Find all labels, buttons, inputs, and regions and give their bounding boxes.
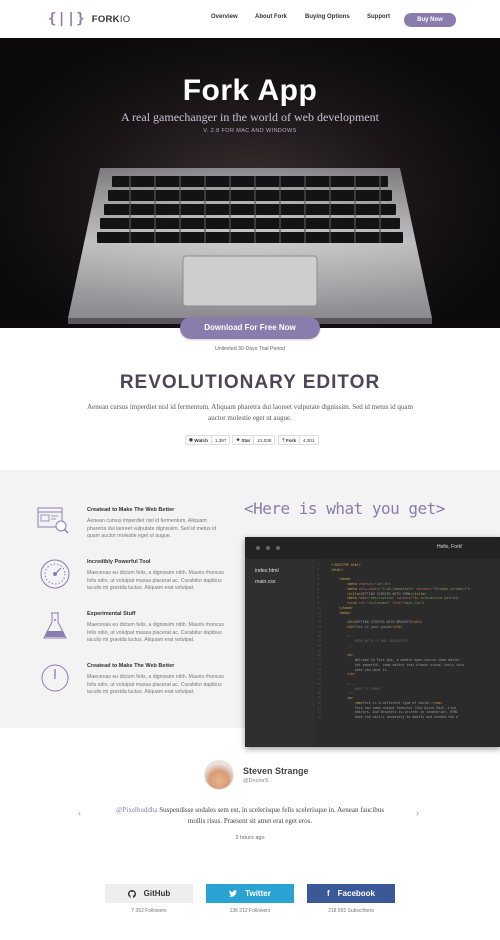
hero-subtitle: A real gamechanger in the world of web d…	[121, 110, 379, 124]
feature-text: Aenean cursus imperdiet nisl id fermentu…	[87, 518, 217, 540]
twitter-button[interactable]: Twitter	[206, 884, 294, 903]
nav-support[interactable]: Support	[367, 14, 390, 20]
facebook-subscribers: 218 092 Subscribers	[328, 908, 374, 914]
code-panel-heading: <Here is what you get>	[244, 499, 445, 518]
nav-about-fork[interactable]: About Fork	[255, 14, 287, 20]
code-editor-window: Hello, Fork! index.html main.css 1 <!DOCT…	[245, 537, 500, 747]
editor-window-title: Hello, Fork!	[437, 544, 463, 550]
gauge-icon	[40, 559, 70, 589]
section-text: Aenean cursus imperdiet nisl id fermentu…	[87, 403, 413, 422]
buy-now-button[interactable]: Buy Now	[404, 13, 456, 27]
github-icon	[127, 889, 136, 898]
mention-link[interactable]: @Pixelbuddha	[116, 806, 157, 814]
window-minimize-dot[interactable]	[266, 546, 270, 550]
avatar	[204, 760, 234, 790]
github-star-button[interactable]: ★ Star 21,038	[232, 435, 276, 445]
testimonial-name: Steven Strange	[243, 766, 309, 776]
github-watch-button[interactable]: ◉ Watch 1,397	[185, 435, 231, 445]
feature-title: Createad to Make The Web Better	[87, 507, 175, 513]
facebook-button[interactable]: f Facebook	[307, 884, 395, 903]
editor-sidebar: index.html main.css	[245, 559, 315, 747]
testimonial-time: 2 hours ago	[235, 835, 265, 841]
fork-count: 4,301	[299, 436, 318, 444]
window-maximize-dot[interactable]	[276, 546, 280, 550]
feature-text: Maecenas eu dictum felis, a dignissim ni…	[87, 570, 224, 592]
download-button[interactable]: Download For Free Now	[180, 317, 320, 339]
star-count: 21,038	[253, 436, 275, 444]
twitter-icon	[229, 890, 238, 897]
logo-name: FORKIO	[91, 13, 131, 25]
hero-title: Fork App	[182, 74, 318, 107]
file-index-html[interactable]: index.html	[255, 568, 279, 574]
chevron-left-icon[interactable]: ‹	[78, 808, 81, 818]
feature-text: Maecenas eu dictum felis, a dignissim ni…	[87, 674, 224, 696]
power-icon	[41, 664, 69, 692]
hero-version: V. 2.8 FOR MAC AND WINDOWS	[203, 128, 297, 134]
facebook-icon: f	[326, 889, 330, 898]
feature-title: Experimental Stuff	[87, 611, 136, 617]
editor-titlebar: Hello, Fork!	[245, 537, 500, 559]
section-heading: REVOLUTIONARY EDITOR	[119, 372, 381, 393]
nav-overview[interactable]: Overview	[211, 14, 238, 20]
feature-title: Incredibly Powerful Tool	[87, 559, 151, 565]
watch-count: 1,397	[210, 436, 230, 444]
trial-note: Unlimited 30-Days Trial Period	[214, 346, 286, 352]
github-fork-button[interactable]: ᛘ Fork 4,301	[278, 435, 319, 445]
file-main-css[interactable]: main.css	[255, 579, 275, 585]
logo-mark: {||}	[48, 11, 86, 27]
chevron-right-icon[interactable]: ›	[416, 808, 419, 818]
laptop-image	[68, 168, 432, 324]
window-close-dot[interactable]	[256, 546, 260, 550]
hero-banner: Fork App A real gamechanger in the world…	[0, 38, 500, 328]
flask-icon	[43, 612, 67, 639]
feature-text: Maecenas eu dictum felis, a dignissim ni…	[87, 622, 224, 644]
testimonial-handle[interactable]: @DoctorS	[243, 778, 268, 784]
nav-buying-options[interactable]: Buying Options	[305, 14, 350, 20]
code-area[interactable]: 1 <!DOCTYPE html> 2 <html> 3 4 <head> 5 <m…	[317, 563, 500, 747]
github-button[interactable]: GitHub	[105, 884, 193, 903]
logo[interactable]: {||} FORKIO	[48, 11, 130, 27]
twitter-followers: 136 312 Followers	[229, 908, 271, 914]
browser-search-icon	[37, 507, 69, 534]
github-followers: 7 352 Followers	[131, 908, 167, 914]
feature-title: Createad to Make The Web Better	[87, 663, 175, 669]
testimonial-quote: @Pixelbuddha Suspendisse sodales sem est…	[116, 806, 384, 825]
